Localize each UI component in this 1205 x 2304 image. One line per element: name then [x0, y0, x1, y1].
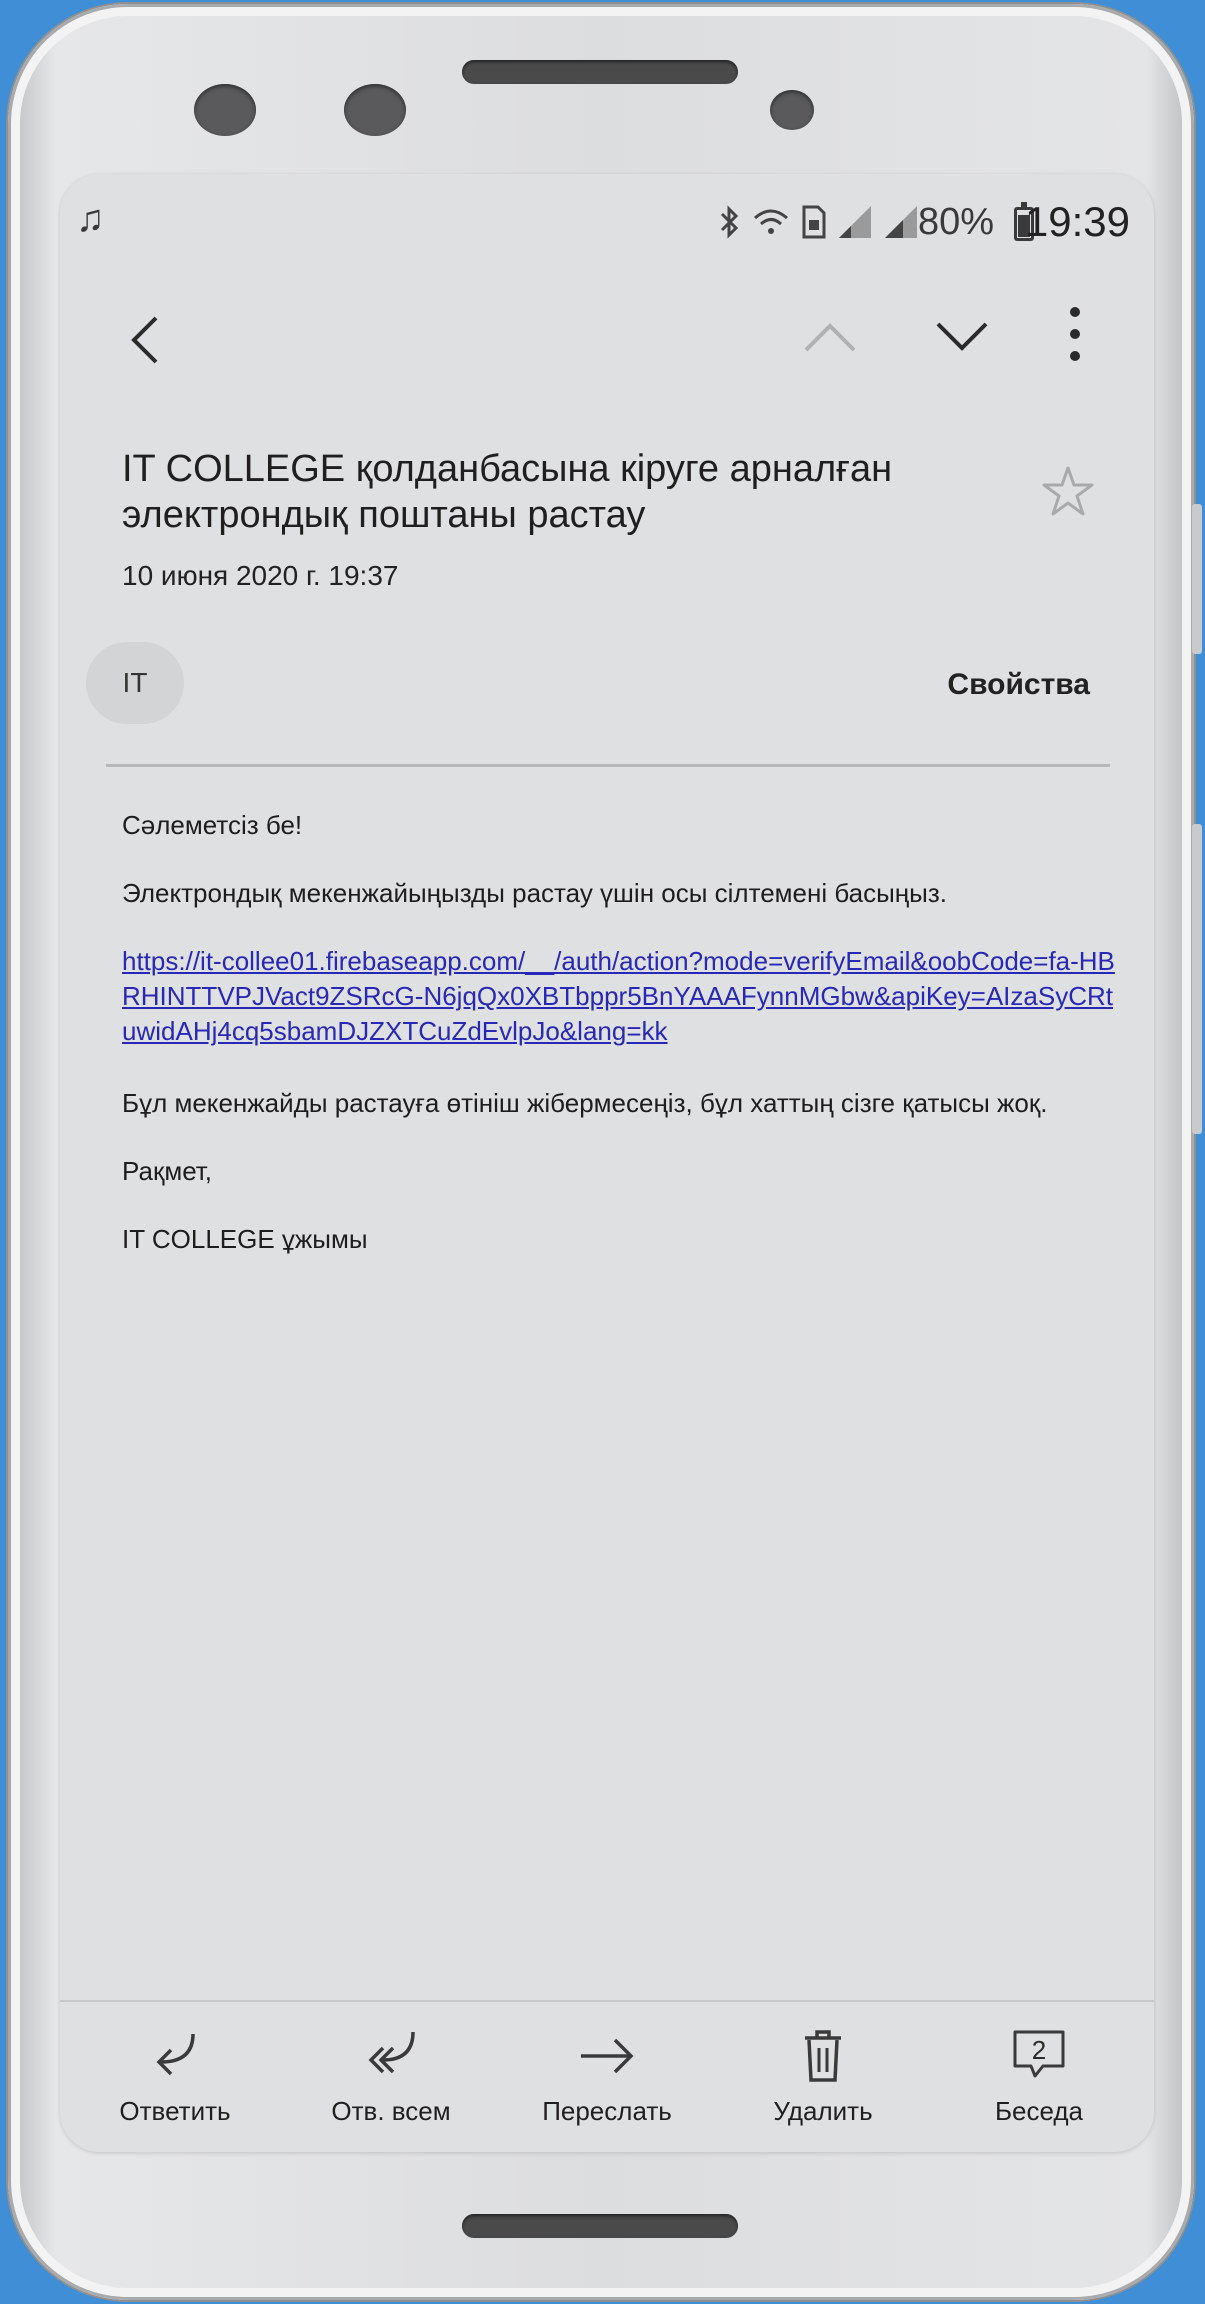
bluetooth-icon: [720, 205, 739, 239]
sender-initials: IT: [122, 667, 148, 698]
conversation-label: Беседа: [994, 2096, 1084, 2126]
delete-label: Удалить: [773, 2096, 873, 2126]
clock: 19:39: [1024, 198, 1130, 245]
back-arrow-icon[interactable]: [122, 314, 174, 366]
reply-icon: [156, 2033, 195, 2076]
phone-frame: ♫ 80% 19:39 IT COLLEGE қолданбасына кіру…: [8, 4, 1202, 2300]
bottom-speaker: [462, 2214, 738, 2238]
sender-avatar[interactable]: IT: [86, 642, 184, 724]
email-date: 10 июня 2020 г. 19:37: [122, 560, 399, 591]
forward-button[interactable]: Переслать: [507, 2002, 707, 2152]
battery-percent: 80%: [917, 201, 994, 243]
verification-link[interactable]: https://it-collee01.firebaseapp.com/__/a…: [122, 944, 1122, 1049]
properties-button[interactable]: Свойства: [947, 668, 1090, 702]
proximity-sensor: [770, 90, 814, 130]
front-camera: [194, 84, 256, 136]
thanks-text: Рақмет,: [122, 1156, 213, 1186]
chevron-up-icon[interactable]: [800, 314, 860, 366]
reply-button[interactable]: Ответить: [75, 2002, 275, 2152]
music-icon: ♫: [76, 198, 105, 240]
conversation-button[interactable]: 2 Беседа: [939, 2002, 1139, 2152]
status-icons: [719, 204, 919, 240]
conversation-badge: 2: [1032, 2035, 1046, 2065]
forward-icon: [581, 2038, 634, 2074]
reply-all-button[interactable]: Отв. всем: [291, 2002, 491, 2152]
sim-icon: [802, 205, 826, 239]
divider: [106, 764, 1110, 767]
signature-text: IT COLLEGE ұжымы: [122, 1224, 368, 1254]
more-vertical-icon[interactable]: [1060, 304, 1090, 364]
signal-icon: [885, 206, 917, 238]
reply-all-icon: [368, 2031, 415, 2074]
chevron-down-icon[interactable]: [932, 310, 992, 362]
top-speaker: [462, 60, 738, 84]
volume-button: [1192, 504, 1202, 654]
reply-all-label: Отв. всем: [331, 2096, 451, 2126]
greeting: Сәлеметсіз бе!: [122, 810, 303, 840]
star-icon[interactable]: [1040, 464, 1096, 520]
wifi-icon: [754, 209, 788, 234]
trash-icon: [805, 2030, 841, 2082]
signal-icon: [839, 206, 871, 238]
email-body: Сәлеметсіз бе! Электрондық мекенжайыңызд…: [122, 808, 1122, 1290]
email-toolbar: [60, 274, 1154, 404]
power-button: [1192, 824, 1202, 1134]
email-subject: IT COLLEGE қолданбасына кіруге арналған …: [122, 448, 893, 536]
bottom-action-bar: Ответить Отв. всем Переслать Удалить 2 Б…: [60, 2000, 1154, 2152]
iris-sensor: [344, 84, 406, 136]
screen: ♫ 80% 19:39 IT COLLEGE қолданбасына кіру…: [60, 174, 1154, 2152]
disclaimer-text: Бұл мекенжайды растауға өтініш жібермесе…: [122, 1088, 1048, 1118]
status-bar: ♫ 80% 19:39: [60, 174, 1154, 274]
instruction-text: Электрондық мекенжайыңызды растау үшін о…: [122, 878, 947, 908]
reply-label: Ответить: [119, 2096, 231, 2126]
delete-button[interactable]: Удалить: [723, 2002, 923, 2152]
forward-label: Переслать: [542, 2096, 672, 2126]
conversation-icon: 2: [1013, 2030, 1065, 2078]
